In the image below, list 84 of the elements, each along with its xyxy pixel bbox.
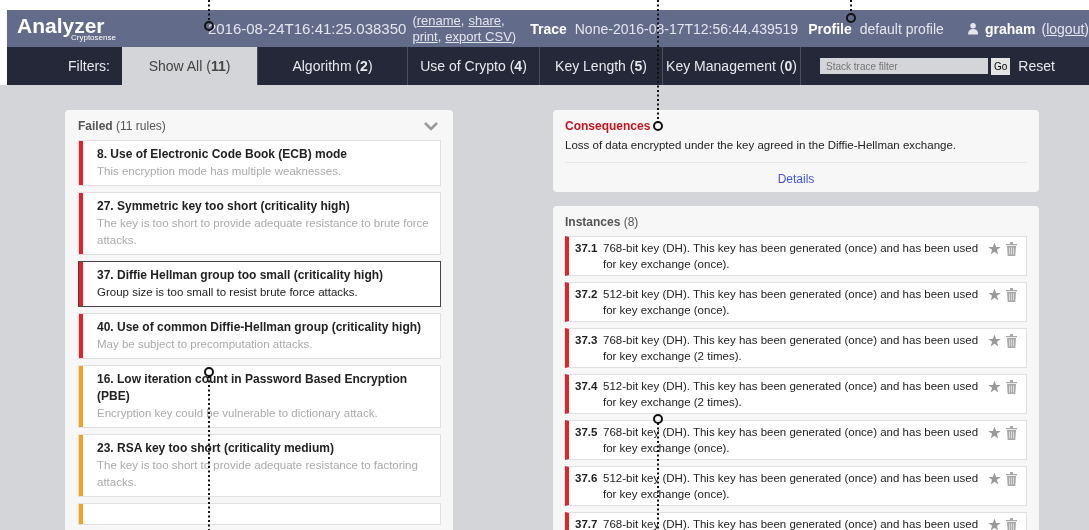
paren: (: [412, 12, 417, 28]
rule-item[interactable]: 37. Diffie Hellman group too small (criticality high) Group size is too small to resist brute force attacks.: [78, 261, 441, 307]
instance-text: 512-bit key (DH). This key has been generated (once) and has been used for key exchange (once).: [603, 287, 980, 318]
rule-description: The key is too short to provide adequate resistance to brute force attacks.: [97, 216, 430, 248]
rule-item[interactable]: 8. Use of Electronic Code Book (ECB) mode This encryption mode has multiple weaknesses.: [78, 140, 441, 186]
consequences-title: Consequences: [565, 119, 652, 133]
instance-item[interactable]: 37.6 512-bit key (DH). This key has been generated (once) and has been used for key exchange (once).: [565, 466, 1027, 506]
action-link[interactable]: share: [468, 12, 501, 28]
rule-item[interactable]: 27. Symmetric key too short (criticality high) The key is too short to provide adequate resistance to brute force attacks.: [78, 192, 441, 255]
instance-text: 768-bit key (DH). This key has been generated (once) and has been used for key exchange (once).: [603, 425, 980, 456]
rule-item[interactable]: 40. Use of common Diffie-Hellman group (criticality high) May be subject to precomputation attacks.: [78, 313, 441, 359]
rule-description: This encryption mode has multiple weaknesses.: [97, 164, 343, 179]
rule-description: Group size is too small to resist brute force attacks.: [97, 285, 359, 300]
rule-title: 23. RSA key too short (criticality medium): [97, 440, 335, 457]
rule-description: May be subject to precomputation attacks.: [97, 337, 314, 352]
filters-label: Filters:: [67, 58, 111, 74]
instance-item[interactable]: 37.1 768-bit key (DH). This key has been generated (once) and has been used for key exchange (once).: [565, 236, 1027, 276]
details-link[interactable]: Details: [777, 172, 815, 186]
timestamp: 2016-08-24T16:41:25.038350: [207, 20, 407, 37]
instance-id: 37.5: [575, 425, 599, 440]
panel-title: Instances (8): [565, 215, 639, 229]
filter-tab[interactable]: Show All (11): [122, 47, 258, 85]
instance-id: 37.4: [575, 379, 599, 394]
consequences-text: Loss of data encrypted under the key agreed in the Diffie-Hellman exchange.: [565, 139, 958, 151]
star-icon[interactable]: [988, 242, 1001, 255]
rule-item[interactable]: 16. Low iteration count in Password Based Encryption (PBE) Encryption key could be vulnerable to dictionary attack.: [78, 365, 441, 428]
trash-icon[interactable]: [1006, 288, 1017, 302]
rule-title: 40. Use of common Diffie-Hellman group (criticality high): [97, 319, 422, 336]
trash-icon[interactable]: [1006, 380, 1017, 394]
star-icon[interactable]: [988, 380, 1001, 393]
trash-icon[interactable]: [1006, 472, 1017, 486]
panel-title: Failed (11 rules): [78, 119, 166, 133]
star-icon[interactable]: [988, 288, 1001, 301]
user-icon: [967, 22, 978, 35]
punctuation: ,: [460, 12, 465, 28]
action-link[interactable]: print: [412, 28, 438, 44]
instance-id: 37.2: [575, 287, 599, 302]
username: graham: [984, 20, 1036, 37]
profile-value: default profile: [859, 20, 944, 37]
trash-icon[interactable]: [1006, 334, 1017, 348]
profile-label: Profile: [808, 20, 852, 37]
rule-title: 37. Diffie Hellman group too small (criticality high): [97, 267, 384, 284]
instance-text: 512-bit key (DH). This key has been generated (once) and has been used for key exchange (2 times).: [603, 379, 980, 410]
punctuation: ): [511, 28, 517, 44]
instance-text: 768-bit key (DH). This key has been generated (once) and has been used: [603, 517, 980, 530]
rule-description: Encryption key could be vulnerable to dictionary attack.: [97, 406, 379, 421]
instance-id: 37.3: [575, 333, 599, 348]
instance-id: 37.6: [575, 471, 599, 486]
instance-text: 768-bit key (DH). This key has been generated (once) and has been used for key exchange (2 times).: [603, 333, 980, 364]
logo: Analyzer: [17, 15, 105, 36]
instance-text: 768-bit key (DH). This key has been generated (once) and has been used for key exchange (once).: [603, 241, 980, 272]
star-icon[interactable]: [988, 518, 1001, 530]
punctuation: ,: [437, 28, 442, 44]
instance-id: 37.1: [575, 241, 599, 256]
chevron-down-icon[interactable]: [424, 121, 438, 131]
trace-value: None-2016-08-17T12:56:44.439519: [574, 20, 799, 37]
star-icon[interactable]: [988, 334, 1001, 347]
star-icon[interactable]: [988, 472, 1001, 485]
trash-icon[interactable]: [1006, 518, 1017, 530]
leader-line: [846, 0, 856, 23]
trash-icon[interactable]: [1006, 426, 1017, 440]
star-icon[interactable]: [988, 426, 1001, 439]
paren: (: [1041, 20, 1047, 37]
trace-label: Trace: [530, 20, 567, 37]
rule-title: 8. Use of Electronic Code Book (ECB) mode: [97, 146, 348, 163]
instance-item[interactable]: 37.5 768-bit key (DH). This key has been generated (once) and has been used for key exchange (once).: [565, 420, 1027, 460]
punctuation: ,: [501, 12, 505, 28]
action-link[interactable]: rename: [416, 12, 461, 28]
instance-item[interactable]: 37.3 768-bit key (DH). This key has been generated (once) and has been used for key exchange (2 times).: [565, 328, 1027, 368]
search-field[interactable]: Stack trace filter: [820, 58, 988, 74]
paren: ): [1084, 20, 1089, 37]
logo-subtitle: Cryptosense: [71, 34, 117, 42]
rule-title: 27. Symmetric key too short (criticality high): [97, 198, 351, 215]
rule-title: 16. Low iteration count in Password Based Encryption (PBE): [97, 371, 409, 405]
instance-item[interactable]: 37.2 512-bit key (DH). This key has been generated (once) and has been used for key exchange (once).: [565, 282, 1027, 322]
action-link[interactable]: export CSV: [445, 28, 512, 44]
go-button[interactable]: Go: [991, 58, 1011, 75]
instance-text: 512-bit key (DH). This key has been generated (once) and has been used for key exchange (once).: [603, 471, 980, 502]
trash-icon[interactable]: [1006, 242, 1017, 256]
logout-link[interactable]: logout: [1046, 20, 1085, 37]
reset-button[interactable]: Reset: [1018, 47, 1055, 85]
instance-id: 37.7: [575, 517, 599, 530]
instance-item[interactable]: 37.4 512-bit key (DH). This key has been generated (once) and has been used for key exchange (2 times).: [565, 374, 1027, 414]
instance-item[interactable]: 37.7 768-bit key (DH). This key has been generated (once) and has been used: [565, 512, 1027, 530]
